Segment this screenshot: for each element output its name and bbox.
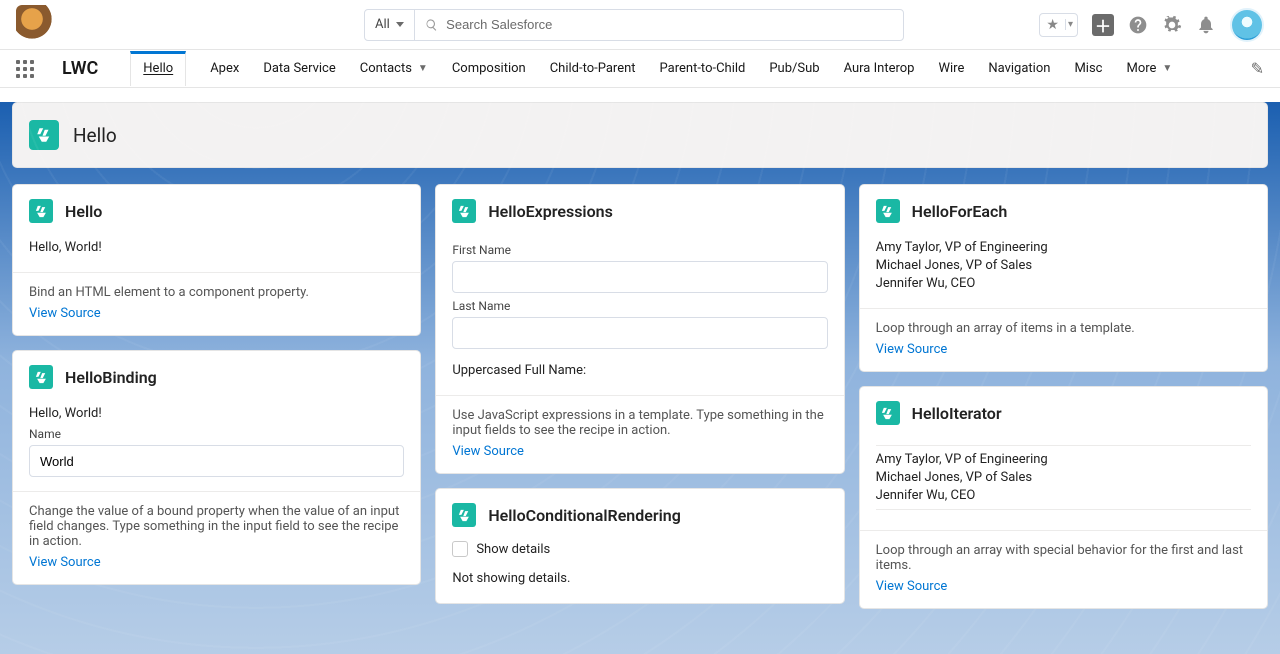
- tab-contacts[interactable]: Contacts ▼: [360, 51, 428, 86]
- component-icon: [29, 120, 59, 150]
- component-icon: [876, 401, 900, 425]
- name-label: Name: [29, 427, 404, 441]
- global-add-button[interactable]: ＋: [1092, 14, 1114, 36]
- app-launcher-icon[interactable]: [16, 58, 38, 80]
- card-description: Bind an HTML element to a component prop…: [29, 285, 404, 300]
- card-hello: Hello Hello, World! Bind an HTML element…: [12, 184, 421, 336]
- first-name-input[interactable]: [452, 261, 827, 293]
- binding-output: Hello, World!: [29, 406, 404, 421]
- list-item: Amy Taylor, VP of Engineering: [876, 452, 1251, 467]
- expressions-output-label: Uppercased Full Name:: [452, 363, 827, 378]
- global-header: All ★ ▾ ＋: [0, 0, 1280, 50]
- card-title: Hello: [65, 202, 102, 221]
- tab-misc[interactable]: Misc: [1074, 51, 1102, 86]
- tab-wire[interactable]: Wire: [938, 51, 964, 86]
- card-hello-expressions: HelloExpressions First Name Last Name Up…: [435, 184, 844, 474]
- list-item: Jennifer Wu, CEO: [876, 488, 1251, 503]
- list-item: Michael Jones, VP of Sales: [876, 258, 1251, 273]
- chevron-down-icon: ▾: [1065, 19, 1077, 30]
- favorites-button[interactable]: ★ ▾: [1039, 13, 1078, 37]
- hello-output: Hello, World!: [29, 240, 404, 255]
- app-name: LWC: [62, 58, 98, 79]
- component-icon: [876, 199, 900, 223]
- search-scope-dropdown[interactable]: All: [365, 10, 415, 40]
- view-source-link[interactable]: View Source: [452, 444, 524, 459]
- notifications-bell-icon[interactable]: [1196, 15, 1216, 35]
- card-title: HelloForEach: [912, 202, 1008, 221]
- card-title: HelloExpressions: [488, 202, 612, 221]
- chevron-down-icon[interactable]: ▼: [1162, 63, 1172, 74]
- header-actions: ★ ▾ ＋: [1039, 8, 1264, 42]
- card-description: Change the value of a bound property whe…: [29, 504, 404, 549]
- last-name-label: Last Name: [452, 299, 827, 313]
- component-icon: [29, 365, 53, 389]
- tab-hello[interactable]: Hello: [130, 51, 186, 86]
- card-hello-conditional: HelloConditionalRendering Show details N…: [435, 488, 844, 604]
- setup-gear-icon[interactable]: [1162, 15, 1182, 35]
- page-header: Hello: [12, 102, 1268, 168]
- tab-data-service[interactable]: Data Service: [263, 51, 335, 86]
- card-description: Use JavaScript expressions in a template…: [452, 408, 827, 438]
- search-scope-label: All: [375, 17, 390, 32]
- avatar[interactable]: [1230, 8, 1264, 42]
- tab-child-to-parent[interactable]: Child-to-Parent: [550, 51, 636, 86]
- card-title: HelloConditionalRendering: [488, 506, 680, 525]
- list-item: Amy Taylor, VP of Engineering: [876, 240, 1251, 255]
- card-description: Loop through an array of items in a temp…: [876, 321, 1251, 336]
- list-item: Jennifer Wu, CEO: [876, 276, 1251, 291]
- tab-more[interactable]: More ▼: [1126, 51, 1172, 86]
- show-details-label: Show details: [476, 542, 550, 557]
- name-input[interactable]: [29, 445, 404, 477]
- card-title: HelloBinding: [65, 368, 157, 387]
- tab-apex[interactable]: Apex: [210, 51, 239, 86]
- tab-pub-sub[interactable]: Pub/Sub: [769, 51, 819, 86]
- page-title: Hello: [73, 124, 117, 147]
- page-body: Hello Hello Hello, World! Bind an HTML e…: [0, 102, 1280, 654]
- component-icon: [452, 199, 476, 223]
- search-icon: [425, 18, 438, 32]
- chevron-down-icon: [396, 22, 404, 27]
- edit-page-pencil-icon[interactable]: ✎: [1251, 59, 1264, 78]
- show-details-checkbox[interactable]: [452, 541, 468, 557]
- conditional-output: Not showing details.: [452, 571, 827, 586]
- component-icon: [452, 503, 476, 527]
- tab-composition[interactable]: Composition: [452, 51, 526, 86]
- last-name-input[interactable]: [452, 317, 827, 349]
- chevron-down-icon[interactable]: ▼: [418, 63, 428, 74]
- tab-parent-to-child[interactable]: Parent-to-Child: [660, 51, 746, 86]
- card-title: HelloIterator: [912, 404, 1002, 423]
- tab-navigation[interactable]: Navigation: [988, 51, 1050, 86]
- card-hello-foreach: HelloForEach Amy Taylor, VP of Engineeri…: [859, 184, 1268, 372]
- view-source-link[interactable]: View Source: [29, 306, 101, 321]
- list-item: Michael Jones, VP of Sales: [876, 470, 1251, 485]
- global-search[interactable]: All: [364, 9, 904, 41]
- search-input-wrap: [415, 17, 903, 32]
- card-hello-binding: HelloBinding Hello, World! Name Change t…: [12, 350, 421, 585]
- search-input[interactable]: [446, 17, 893, 32]
- view-source-link[interactable]: View Source: [29, 555, 101, 570]
- card-description: Loop through an array with special behav…: [876, 543, 1251, 573]
- first-name-label: First Name: [452, 243, 827, 257]
- card-hello-iterator: HelloIterator Amy Taylor, VP of Engineer…: [859, 386, 1268, 609]
- component-icon: [29, 199, 53, 223]
- star-icon: ★: [1040, 17, 1065, 33]
- org-logo: [16, 5, 56, 45]
- view-source-link[interactable]: View Source: [876, 579, 948, 594]
- view-source-link[interactable]: View Source: [876, 342, 948, 357]
- help-icon[interactable]: [1128, 15, 1148, 35]
- tab-aura-interop[interactable]: Aura Interop: [844, 51, 915, 86]
- app-navbar: LWC Hello Apex Data Service Contacts ▼ C…: [0, 50, 1280, 88]
